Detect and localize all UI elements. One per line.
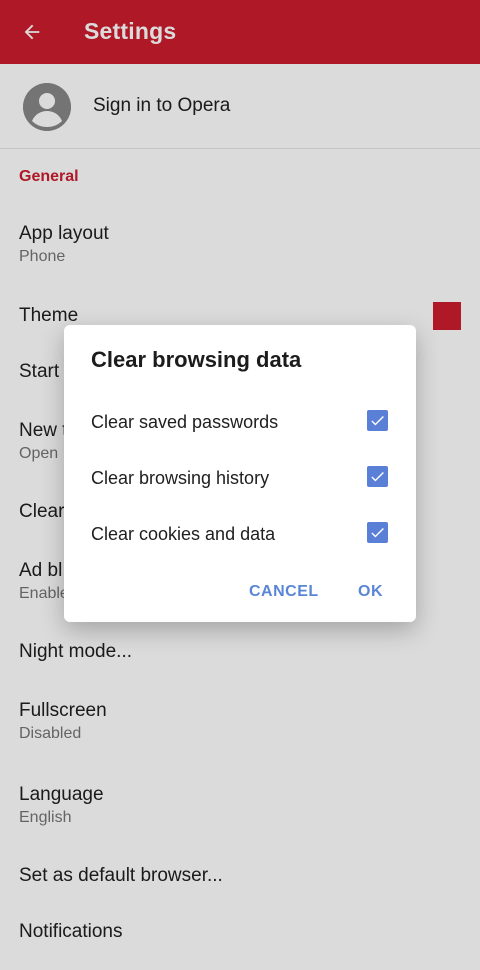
checkbox-clear-saved-passwords[interactable] [367, 410, 388, 431]
checkbox-clear-cookies-and-data[interactable] [367, 522, 388, 543]
option-clear-cookies-and-data[interactable]: Clear cookies and data [64, 510, 416, 558]
option-label: Clear saved passwords [91, 412, 279, 432]
option-clear-saved-passwords[interactable]: Clear saved passwords [64, 398, 416, 446]
option-label: Clear browsing history [91, 468, 270, 488]
dialog-title: Clear browsing data [91, 347, 302, 372]
option-label: Clear cookies and data [91, 524, 276, 544]
check-icon [371, 415, 384, 426]
cancel-button[interactable]: CANCEL [249, 583, 319, 601]
settings-screen: Settings Sign in to Opera General App la… [0, 0, 480, 970]
check-icon [371, 471, 384, 482]
dialog-actions: CANCEL OK [64, 577, 416, 613]
checkbox-clear-browsing-history[interactable] [367, 466, 388, 487]
clear-browsing-data-dialog: Clear browsing data Clear saved password… [64, 325, 416, 622]
check-icon [371, 527, 384, 538]
option-clear-browsing-history[interactable]: Clear browsing history [64, 454, 416, 502]
ok-button[interactable]: OK [358, 583, 383, 601]
